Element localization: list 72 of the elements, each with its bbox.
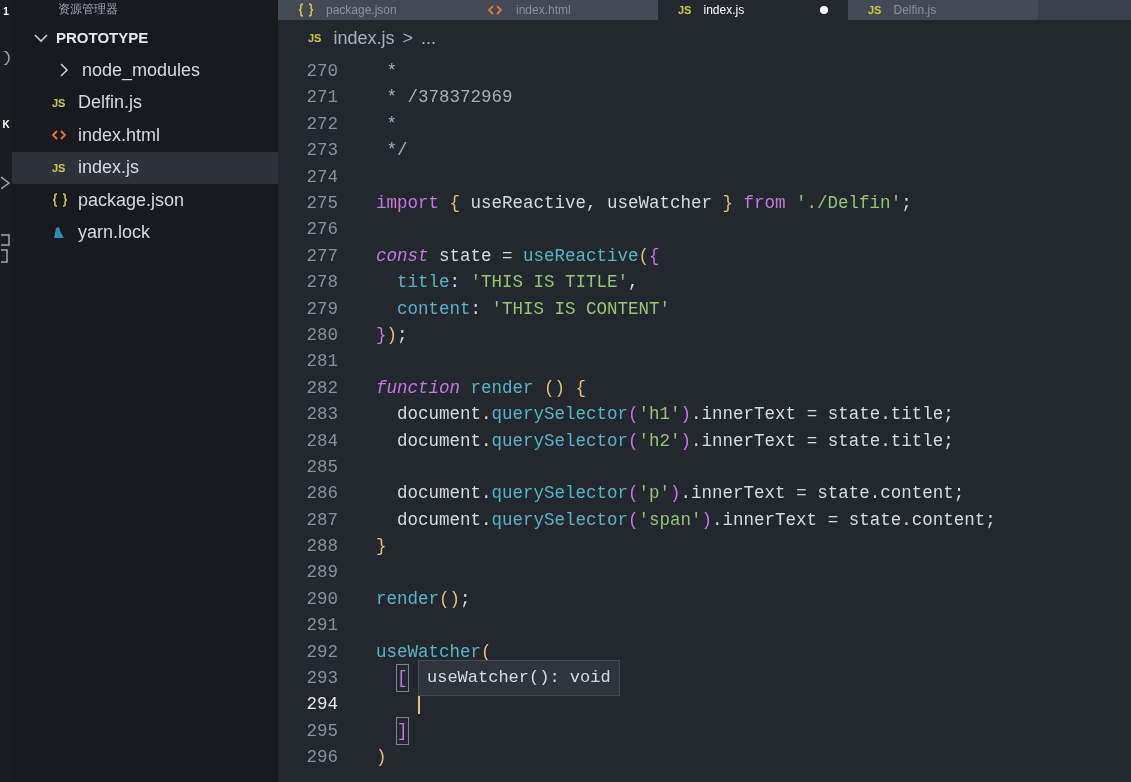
folder-header[interactable]: PROTOTYPE (12, 22, 278, 54)
code-line: document.querySelector('h2').innerText = state.title; (396, 429, 954, 453)
line-number: 294 (305, 693, 338, 717)
file-item[interactable]: node_modules (12, 54, 278, 87)
code-brackets-icon (488, 4, 502, 16)
js-file-icon: JS (308, 29, 322, 47)
line-number: 281 (305, 350, 338, 374)
js-file-icon: JS (52, 94, 66, 111)
file-item[interactable]: index.html (12, 119, 278, 152)
line-number: 284 (305, 429, 338, 453)
line-number: 283 (305, 403, 338, 427)
line-number: 270 (305, 60, 338, 84)
code-line: const state = useReactive({ (376, 244, 660, 268)
line-number: 271 (305, 86, 338, 110)
js-file-icon: JS (678, 4, 692, 16)
line-number: 287 (305, 508, 338, 532)
line-number: 280 (305, 323, 338, 347)
breadcrumb-file[interactable]: index.js (333, 24, 395, 52)
code-line: } (376, 535, 387, 559)
line-number: 296 (305, 746, 338, 770)
notification-count: 1 (3, 5, 9, 19)
code-line: }); (376, 323, 408, 347)
line-number: 291 (305, 614, 338, 638)
code-line: * (385, 112, 397, 136)
code-line: * (385, 60, 397, 84)
code-line: import { useReactive, useWatcher } from './Delfin'; (376, 192, 912, 215)
code-line: [ (376, 665, 408, 692)
line-number: 293 (305, 667, 338, 691)
file-item[interactable]: package.json (12, 184, 278, 217)
line-number: 274 (305, 165, 338, 189)
file-item[interactable]: yarn.lock (12, 216, 278, 249)
js-file-icon: JS (868, 4, 882, 16)
squares-icon (1, 234, 11, 264)
code-line: document.querySelector('h1').innerText = state.title; (396, 403, 954, 427)
chevron-icon (34, 33, 48, 43)
line-number: 282 (305, 376, 338, 400)
code-line: title: 'THIS IS TITLE', (396, 271, 639, 295)
code-line: ) (376, 746, 387, 770)
line-number: 276 (305, 218, 338, 242)
line-number: 289 (305, 561, 338, 585)
file-item[interactable]: JS index.js (12, 151, 278, 184)
editor-tab[interactable]: JS index.js (658, 0, 848, 20)
line-number: 285 (305, 455, 338, 479)
line-number: 278 (305, 271, 338, 295)
line-number: 272 (305, 112, 338, 136)
line-number: 273 (305, 139, 338, 163)
js-file-icon: JS (52, 159, 66, 176)
line-number: 292 (305, 640, 338, 664)
code-line: document.querySelector('span').innerText = state.content; (396, 508, 996, 532)
play-icon (1, 176, 11, 190)
code-brackets-icon (52, 129, 66, 142)
code-line: ] (376, 717, 408, 745)
line-number: 279 (305, 297, 338, 321)
editor-tab[interactable]: JS Delfin.js (848, 0, 1038, 20)
line-number: 288 (305, 535, 338, 559)
line-number: 277 (305, 244, 338, 268)
code-line: content: 'THIS IS CONTENT' (396, 297, 671, 321)
line-number: 275 (305, 192, 338, 215)
breadcrumb-more[interactable]: ... (421, 24, 437, 52)
code-line: */ (385, 139, 408, 163)
code-line: document.querySelector('p').innerText = state.content; (396, 482, 965, 506)
code-line: function render () { (376, 376, 587, 400)
breadcrumb-separator: > (402, 26, 413, 50)
line-number: 286 (305, 482, 338, 506)
code-line: render(); (376, 587, 471, 611)
line-number: 290 (305, 587, 338, 611)
line-number: 295 (305, 719, 338, 743)
code-line: * /378372969 (385, 86, 513, 110)
sidebar-title: 资源管理器 (58, 1, 118, 18)
file-item[interactable]: JS Delfin.js (12, 86, 278, 119)
hover-tooltip: useWatcher(): void (418, 660, 620, 696)
account-label: K (2, 118, 10, 132)
